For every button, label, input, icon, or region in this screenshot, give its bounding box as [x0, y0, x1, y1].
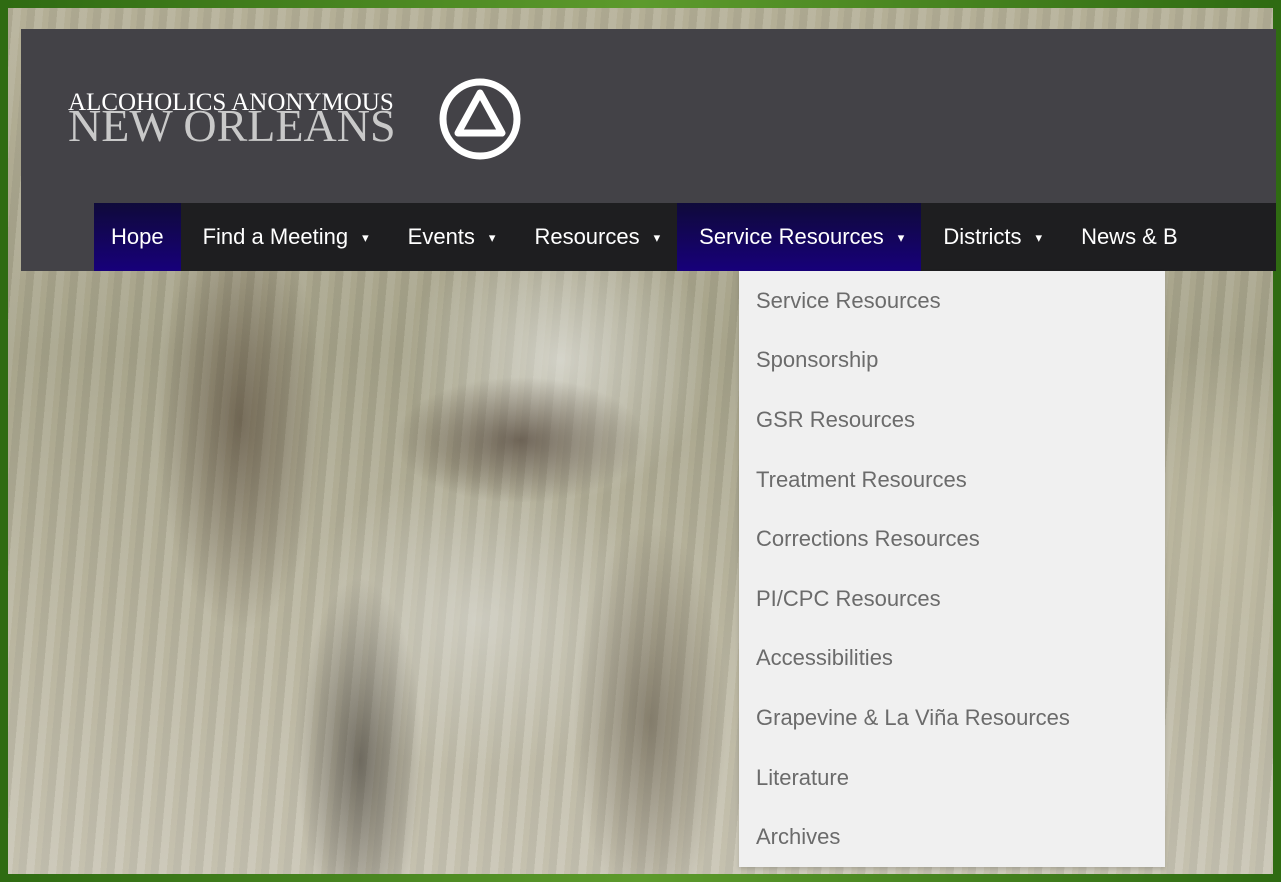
main-navigation: Hope Find a Meeting ▾ Events ▾ Resources… — [94, 203, 1276, 271]
menu-item-service-resources[interactable]: Service Resources — [739, 271, 1165, 331]
nav-item-label: Hope — [111, 224, 164, 249]
menu-item-pi-cpc-resources[interactable]: PI/CPC Resources — [739, 569, 1165, 629]
nav-item-districts[interactable]: Districts ▾ — [921, 203, 1059, 271]
nav-item-label: Events — [407, 224, 475, 249]
nav-item-label: Service Resources — [699, 224, 884, 249]
service-resources-dropdown-menu: Service Resources Sponsorship GSR Resour… — [739, 271, 1165, 867]
dropdown-caret-icon: ▾ — [653, 230, 661, 245]
nav-item-label: Resources — [534, 224, 640, 249]
menu-item-gsr-resources[interactable]: GSR Resources — [739, 390, 1165, 450]
nav-item-hope[interactable]: Hope — [94, 203, 181, 271]
nav-item-label: News & B — [1081, 224, 1178, 249]
logo-title-line2: NEW ORLEANS — [68, 100, 396, 151]
dropdown-caret-icon: ▾ — [488, 230, 496, 245]
circle-triangle-icon — [439, 78, 521, 160]
site-logo[interactable]: ALCOHOLICS ANONYMOUS NEW ORLEANS — [68, 77, 528, 162]
menu-item-accessibilities[interactable]: Accessibilities — [739, 629, 1165, 689]
menu-item-sponsorship[interactable]: Sponsorship — [739, 331, 1165, 391]
nav-item-find-a-meeting[interactable]: Find a Meeting ▾ — [181, 203, 386, 271]
menu-item-corrections-resources[interactable]: Corrections Resources — [739, 509, 1165, 569]
dropdown-caret-icon: ▾ — [1035, 230, 1043, 245]
nav-item-events[interactable]: Events ▾ — [386, 203, 513, 271]
dropdown-caret-icon: ▾ — [362, 230, 369, 245]
nav-item-resources[interactable]: Resources ▾ — [512, 203, 677, 271]
nav-item-label: Find a Meeting — [202, 224, 349, 249]
menu-item-literature[interactable]: Literature — [739, 748, 1165, 808]
menu-item-treatment-resources[interactable]: Treatment Resources — [739, 450, 1165, 510]
menu-item-grapevine-la-vina-resources[interactable]: Grapevine & La Viña Resources — [739, 688, 1165, 748]
dropdown-caret-icon: ▾ — [897, 230, 905, 245]
nav-item-news[interactable]: News & B — [1059, 203, 1195, 271]
menu-item-archives[interactable]: Archives — [739, 807, 1165, 867]
nav-item-service-resources[interactable]: Service Resources ▾ — [677, 203, 922, 271]
nav-item-label: Districts — [943, 224, 1022, 249]
